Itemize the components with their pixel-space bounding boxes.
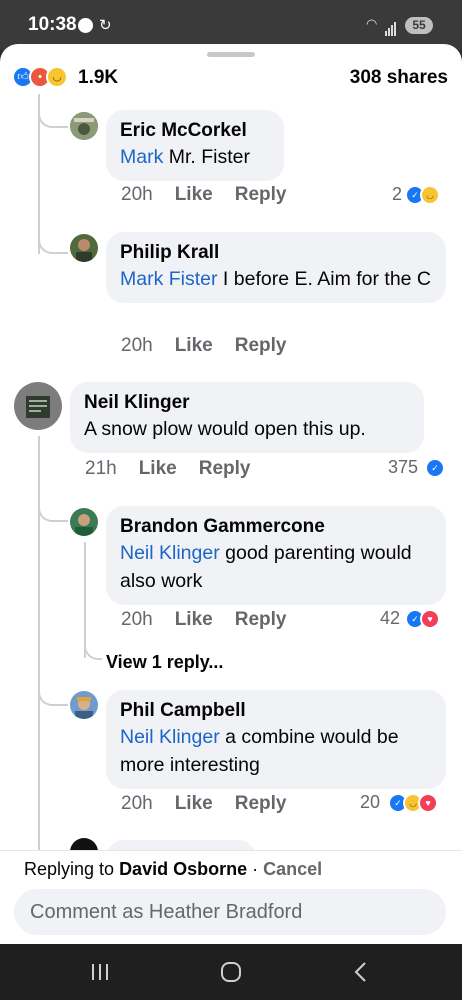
comment-author[interactable]: Phil Campbell bbox=[120, 698, 432, 723]
status-time: 10:38 bbox=[28, 14, 77, 35]
reaction-count[interactable]: 42 bbox=[380, 608, 400, 629]
recent-apps-icon[interactable] bbox=[80, 956, 120, 988]
avatar[interactable] bbox=[70, 234, 98, 262]
thread-connector bbox=[38, 104, 68, 128]
comment-text: Mark Mr. Fister bbox=[120, 146, 251, 168]
reply-bar: Replying to David Osborne · Cancel bbox=[0, 850, 462, 944]
like-button[interactable]: Like bbox=[175, 609, 213, 630]
shares-count[interactable]: 308 shares bbox=[350, 67, 448, 89]
comment-meta: 20h Like Reply bbox=[121, 609, 286, 631]
thread-connector bbox=[38, 232, 68, 254]
comment-author[interactable]: Eric McCorkel bbox=[120, 118, 270, 143]
reply-button[interactable]: Reply bbox=[235, 609, 287, 630]
love-icon: ♥ bbox=[418, 793, 438, 813]
status-bar: 10:38 ↻ ◠ 55 bbox=[0, 0, 462, 50]
like-button[interactable]: Like bbox=[139, 458, 177, 479]
comment-meta: 21h Like Reply bbox=[85, 458, 250, 480]
mention-link[interactable]: Mark Fister bbox=[120, 268, 218, 290]
mention-link[interactable]: Mark bbox=[120, 146, 163, 168]
comment-time[interactable]: 21h bbox=[85, 458, 117, 479]
replying-to: Replying to David Osborne · Cancel bbox=[24, 859, 323, 879]
view-replies-link[interactable]: View 1 reply... bbox=[106, 652, 223, 673]
comment-text: Neil Klinger a combine would be more int… bbox=[120, 726, 399, 776]
avatar[interactable] bbox=[70, 691, 98, 719]
thread-connector bbox=[84, 638, 102, 660]
mention-link[interactable]: Neil Klinger bbox=[120, 542, 220, 564]
comment-text: A snow plow would open this up. bbox=[84, 418, 366, 440]
comment-meta: 20h Like Reply bbox=[121, 793, 286, 815]
like-button[interactable]: Like bbox=[175, 335, 213, 356]
haha-icon: ◡ bbox=[46, 66, 68, 88]
comment-time[interactable]: 20h bbox=[121, 609, 153, 630]
comment-time[interactable]: 20h bbox=[121, 335, 153, 356]
comment-time[interactable]: 20h bbox=[121, 184, 153, 205]
home-icon[interactable] bbox=[211, 956, 251, 988]
comment-author[interactable]: Neil Klinger bbox=[84, 390, 410, 415]
like-button[interactable]: Like bbox=[175, 793, 213, 814]
mention-link[interactable]: Neil Klinger bbox=[120, 726, 220, 748]
comment-meta: 20h Like Reply bbox=[121, 335, 286, 357]
drag-handle[interactable] bbox=[207, 52, 255, 57]
cancel-reply-button[interactable]: Cancel bbox=[263, 859, 322, 879]
reaction-count[interactable]: 20 bbox=[360, 792, 380, 813]
comments-sheet: 👍︎ • ◡ 1.9K 308 shares Eric McCorkel Mar… bbox=[0, 44, 462, 944]
comment-bubble[interactable]: Brandon Gammercone Neil Klinger good par… bbox=[106, 506, 446, 605]
system-nav-bar bbox=[0, 944, 462, 1000]
back-icon[interactable] bbox=[341, 956, 381, 988]
like-icon: ✓ bbox=[425, 458, 445, 478]
comment-bubble[interactable]: Neil Klinger A snow plow would open this… bbox=[70, 382, 424, 453]
like-button[interactable]: Like bbox=[175, 184, 213, 205]
messenger-icon bbox=[78, 18, 93, 33]
avatar[interactable] bbox=[70, 112, 98, 140]
signal-icon bbox=[385, 18, 397, 36]
comment-bubble[interactable]: Eric McCorkel Mark Mr. Fister bbox=[106, 110, 284, 181]
thread-connector bbox=[38, 500, 68, 522]
comment-bubble[interactable]: Philip Krall Mark Fister I before E. Aim… bbox=[106, 232, 446, 303]
avatar[interactable] bbox=[70, 508, 98, 536]
comment-author[interactable]: Brandon Gammercone bbox=[120, 514, 432, 539]
thread-connector bbox=[38, 684, 68, 706]
comment-text: Neil Klinger good parenting would also w… bbox=[120, 542, 412, 592]
love-icon: ♥ bbox=[420, 609, 440, 629]
haha-icon: ◡ bbox=[420, 185, 440, 205]
reaction-count[interactable]: 375 bbox=[388, 457, 418, 478]
reply-button[interactable]: Reply bbox=[235, 184, 287, 205]
reaction-count[interactable]: 2 bbox=[392, 184, 402, 205]
reply-target-name: David Osborne bbox=[119, 859, 248, 879]
reply-button[interactable]: Reply bbox=[199, 458, 251, 479]
reaction-count: 1.9K bbox=[78, 67, 119, 88]
comment-text: Mark Fister I before E. Aim for the C bbox=[120, 268, 432, 290]
reply-button[interactable]: Reply bbox=[235, 793, 287, 814]
wifi-icon: ◠ bbox=[366, 16, 378, 31]
sync-icon: ↻ bbox=[99, 17, 112, 34]
battery-icon: 55 bbox=[405, 17, 433, 34]
comment-input[interactable] bbox=[14, 889, 446, 935]
comment-time[interactable]: 20h bbox=[121, 793, 153, 814]
comment-bubble[interactable]: Phil Campbell Neil Klinger a combine wou… bbox=[106, 690, 446, 789]
comment-meta: 20h Like Reply bbox=[121, 184, 286, 206]
comment-author[interactable]: Philip Krall bbox=[120, 240, 432, 265]
reply-button[interactable]: Reply bbox=[235, 335, 287, 356]
avatar[interactable] bbox=[14, 382, 62, 430]
